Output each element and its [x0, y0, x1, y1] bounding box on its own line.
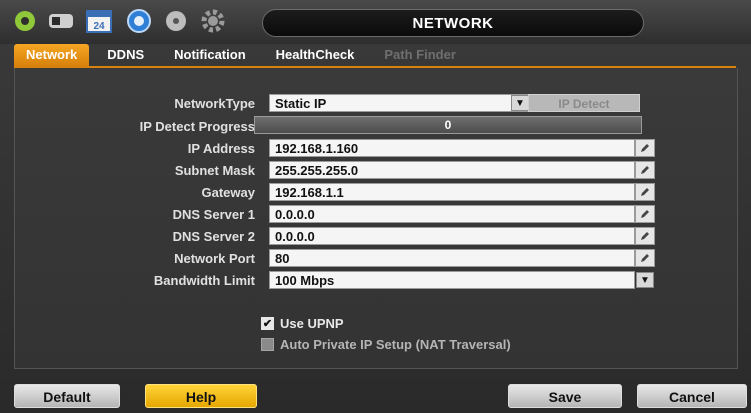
network-settings-panel: NetworkType Static IP ▼ IP Detect Progre… — [14, 68, 738, 369]
pencil-edit-icon[interactable] — [635, 139, 655, 157]
device-icon[interactable] — [162, 8, 192, 34]
ip-detect-progress-bar: 0 — [254, 116, 642, 134]
network-port-label: Network Port — [174, 251, 255, 266]
bandwidth-label: Bandwidth Limit — [153, 273, 255, 288]
pencil-edit-icon[interactable] — [635, 249, 655, 267]
pencil-edit-icon[interactable] — [635, 161, 655, 179]
bandwidth-row: Bandwidth Limit — [15, 271, 255, 291]
pencil-edit-icon[interactable] — [635, 227, 655, 245]
pencil-edit-icon[interactable] — [635, 183, 655, 201]
ip-detect-progress-row: IP Detect Progress — [15, 117, 255, 137]
tab-bar: Network DDNS Notification HealthCheck Pa… — [14, 44, 474, 68]
svg-text:24: 24 — [93, 21, 105, 32]
tab-ddns[interactable]: DDNS — [95, 44, 156, 66]
dns2-field[interactable]: 0.0.0.0 — [269, 227, 635, 245]
chevron-down-icon[interactable]: ▼ — [511, 95, 529, 111]
tab-notification[interactable]: Notification — [162, 44, 258, 66]
default-button[interactable]: Default — [14, 384, 120, 408]
dns2-row: DNS Server 2 — [15, 227, 255, 247]
window-title: NETWORK — [262, 9, 644, 37]
top-icon-bar: 24 NETWORK — [0, 0, 751, 44]
network-type-select[interactable]: Static IP — [269, 94, 531, 112]
tab-path-finder: Path Finder — [384, 47, 456, 62]
gateway-row: Gateway — [15, 183, 255, 203]
subnet-mask-row: Subnet Mask — [15, 161, 255, 181]
system-gear-icon[interactable] — [198, 8, 228, 34]
ip-address-field[interactable]: 192.168.1.160 — [269, 139, 635, 157]
network-setup-window: 24 NETWORK Network DDNS Notification Hea… — [0, 0, 751, 413]
dns1-label: DNS Server 1 — [172, 207, 255, 222]
ip-detect-progress-label: IP Detect Progress — [139, 119, 255, 134]
gateway-field[interactable]: 192.168.1.1 — [269, 183, 635, 201]
dns2-label: DNS Server 2 — [172, 229, 255, 244]
use-upnp-checkbox[interactable]: ✔ Use UPNP — [261, 316, 344, 331]
ip-address-row: IP Address — [15, 139, 255, 159]
tab-healthcheck[interactable]: HealthCheck — [264, 44, 367, 66]
bandwidth-select[interactable]: 100 Mbps — [269, 271, 635, 289]
chevron-down-icon[interactable]: ▼ — [636, 272, 654, 288]
help-button[interactable]: Help — [145, 384, 257, 408]
record-setup-icon[interactable] — [46, 8, 76, 34]
subnet-mask-field[interactable]: 255.255.255.0 — [269, 161, 635, 179]
dns1-row: DNS Server 1 — [15, 205, 255, 225]
auto-private-ip-label: Auto Private IP Setup (NAT Traversal) — [280, 337, 511, 352]
unchecked-box-icon — [261, 338, 274, 351]
cancel-button[interactable]: Cancel — [637, 384, 747, 408]
subnet-mask-label: Subnet Mask — [174, 163, 255, 178]
save-button[interactable]: Save — [508, 384, 622, 408]
gateway-label: Gateway — [201, 185, 255, 200]
use-upnp-label: Use UPNP — [280, 316, 344, 331]
network-type-label: NetworkType — [174, 96, 255, 111]
checkmark-icon: ✔ — [261, 317, 274, 330]
camera-setup-icon[interactable] — [12, 8, 42, 34]
network-type-row: NetworkType — [15, 94, 255, 114]
pencil-edit-icon[interactable] — [635, 205, 655, 223]
tab-network[interactable]: Network — [14, 44, 90, 66]
ip-detect-button: IP Detect — [528, 94, 640, 112]
network-icon[interactable] — [124, 8, 154, 34]
dns1-field[interactable]: 0.0.0.0 — [269, 205, 635, 223]
network-port-row: Network Port — [15, 249, 255, 269]
auto-private-ip-checkbox[interactable]: Auto Private IP Setup (NAT Traversal) — [261, 337, 511, 352]
network-port-field[interactable]: 80 — [269, 249, 635, 267]
ip-address-label: IP Address — [187, 141, 255, 156]
calendar-icon[interactable]: 24 — [84, 8, 114, 34]
